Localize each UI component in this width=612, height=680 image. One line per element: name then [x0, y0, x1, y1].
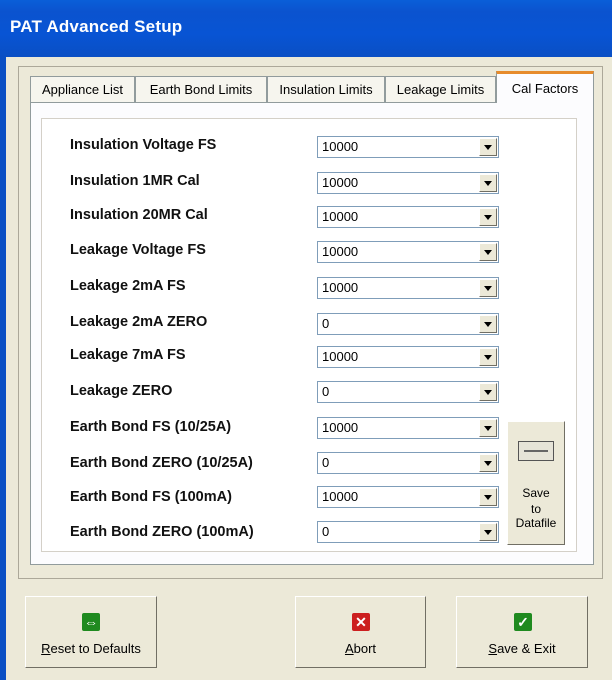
chevron-down-icon[interactable]: [479, 279, 497, 297]
leakage-2ma-fs-select[interactable]: 10000: [317, 277, 499, 299]
select-value: 10000: [322, 420, 359, 435]
chevron-down-icon[interactable]: [479, 454, 497, 472]
tab-label: Cal Factors: [511, 81, 579, 96]
select-value: 10000: [322, 209, 359, 224]
tab-label: Appliance List: [42, 82, 123, 97]
tab-appliance-list[interactable]: Appliance List: [30, 76, 135, 102]
leakage-voltage-fs-select[interactable]: 10000: [317, 241, 499, 263]
chevron-down-icon[interactable]: [479, 174, 497, 192]
label-leakage-7ma-fs: Leakage 7mA FS: [70, 347, 186, 363]
drive-icon: [518, 441, 554, 461]
chevron-down-icon[interactable]: [479, 208, 497, 226]
save-to-datafile-button[interactable]: Save to Datafile: [507, 421, 565, 545]
chevron-down-icon[interactable]: [479, 243, 497, 261]
window-title: PAT Advanced Setup: [10, 17, 183, 36]
label-earth-bond-fs-100ma: Earth Bond FS (100mA): [70, 489, 232, 505]
abort-label: Abort: [344, 641, 377, 656]
reset-label: Reset to Defaults: [41, 641, 141, 656]
label-leakage-2ma-zero: Leakage 2mA ZERO: [70, 314, 208, 330]
label-earth-bond-fs-10-25a: Earth Bond FS (10/25A): [70, 419, 232, 435]
leakage-2ma-zero-select[interactable]: 0: [317, 313, 499, 335]
label-insulation-20mr-cal: Insulation 20MR Cal: [70, 207, 208, 223]
tab-insulation-limits[interactable]: Insulation Limits: [267, 76, 385, 102]
chevron-down-icon[interactable]: [479, 315, 497, 333]
chevron-down-icon[interactable]: [479, 348, 497, 366]
save-datafile-label-line1: Save: [522, 486, 550, 500]
save-datafile-label-line3: Datafile: [515, 516, 557, 530]
insulation-voltage-fs-select[interactable]: 10000: [317, 136, 499, 158]
check-icon: ✓: [514, 613, 532, 631]
tab-cal-factors[interactable]: Cal Factors: [496, 71, 594, 103]
tab-label: Earth Bond Limits: [149, 82, 253, 97]
earth-bond-fs-100ma-select[interactable]: 10000: [317, 486, 499, 508]
leakage-zero-select[interactable]: 0: [317, 381, 499, 403]
select-value: 10000: [322, 349, 359, 364]
title-bar[interactable]: PAT Advanced Setup: [0, 0, 612, 57]
x-icon: ✕: [352, 613, 370, 631]
insulation-20mr-cal-select[interactable]: 10000: [317, 206, 499, 228]
chevron-down-icon[interactable]: [479, 383, 497, 401]
abort-button[interactable]: ✕ Abort: [295, 596, 426, 668]
select-value: 10000: [322, 489, 359, 504]
chevron-down-icon[interactable]: [479, 138, 497, 156]
label-earth-bond-zero-10-25a: Earth Bond ZERO (10/25A): [70, 455, 253, 471]
select-value: 0: [322, 524, 330, 539]
reset-to-defaults-button[interactable]: ⇔ Reset to Defaults: [25, 596, 157, 668]
chevron-down-icon[interactable]: [479, 488, 497, 506]
select-value: 10000: [322, 175, 359, 190]
earth-bond-zero-10-25a-select[interactable]: 0: [317, 452, 499, 474]
label-leakage-zero: Leakage ZERO: [70, 383, 173, 399]
select-value: 10000: [322, 280, 359, 295]
tab-label: Insulation Limits: [279, 82, 373, 97]
save-datafile-label-line2: to: [530, 502, 541, 516]
leakage-7ma-fs-select[interactable]: 10000: [317, 346, 499, 368]
label-earth-bond-zero-100ma: Earth Bond ZERO (100mA): [70, 524, 254, 540]
select-value: 0: [322, 316, 330, 331]
label-leakage-2ma-fs: Leakage 2mA FS: [70, 278, 186, 294]
earth-bond-zero-100ma-select[interactable]: 0: [317, 521, 499, 543]
label-insulation-1mr-cal: Insulation 1MR Cal: [70, 173, 200, 189]
tab-label: Leakage Limits: [396, 82, 485, 97]
window-frame-left: [0, 57, 6, 680]
select-value: 0: [322, 455, 330, 470]
arrows-icon: ⇔: [82, 613, 100, 631]
earth-bond-fs-10-25a-select[interactable]: 10000: [317, 417, 499, 439]
select-value: 0: [322, 384, 330, 399]
tab-leakage-limits[interactable]: Leakage Limits: [385, 76, 496, 102]
label-insulation-voltage-fs: Insulation Voltage FS: [70, 137, 217, 153]
chevron-down-icon[interactable]: [479, 419, 497, 437]
save-and-exit-button[interactable]: ✓ Save & Exit: [456, 596, 588, 668]
insulation-1mr-cal-select[interactable]: 10000: [317, 172, 499, 194]
chevron-down-icon[interactable]: [479, 523, 497, 541]
save-exit-label: Save & Exit: [488, 641, 556, 656]
select-value: 10000: [322, 139, 359, 154]
select-value: 10000: [322, 244, 359, 259]
label-leakage-voltage-fs: Leakage Voltage FS: [70, 242, 206, 258]
tab-earth-bond-limits[interactable]: Earth Bond Limits: [135, 76, 267, 102]
pat-advanced-setup-window: PAT Advanced Setup Appliance List Earth …: [0, 0, 612, 680]
